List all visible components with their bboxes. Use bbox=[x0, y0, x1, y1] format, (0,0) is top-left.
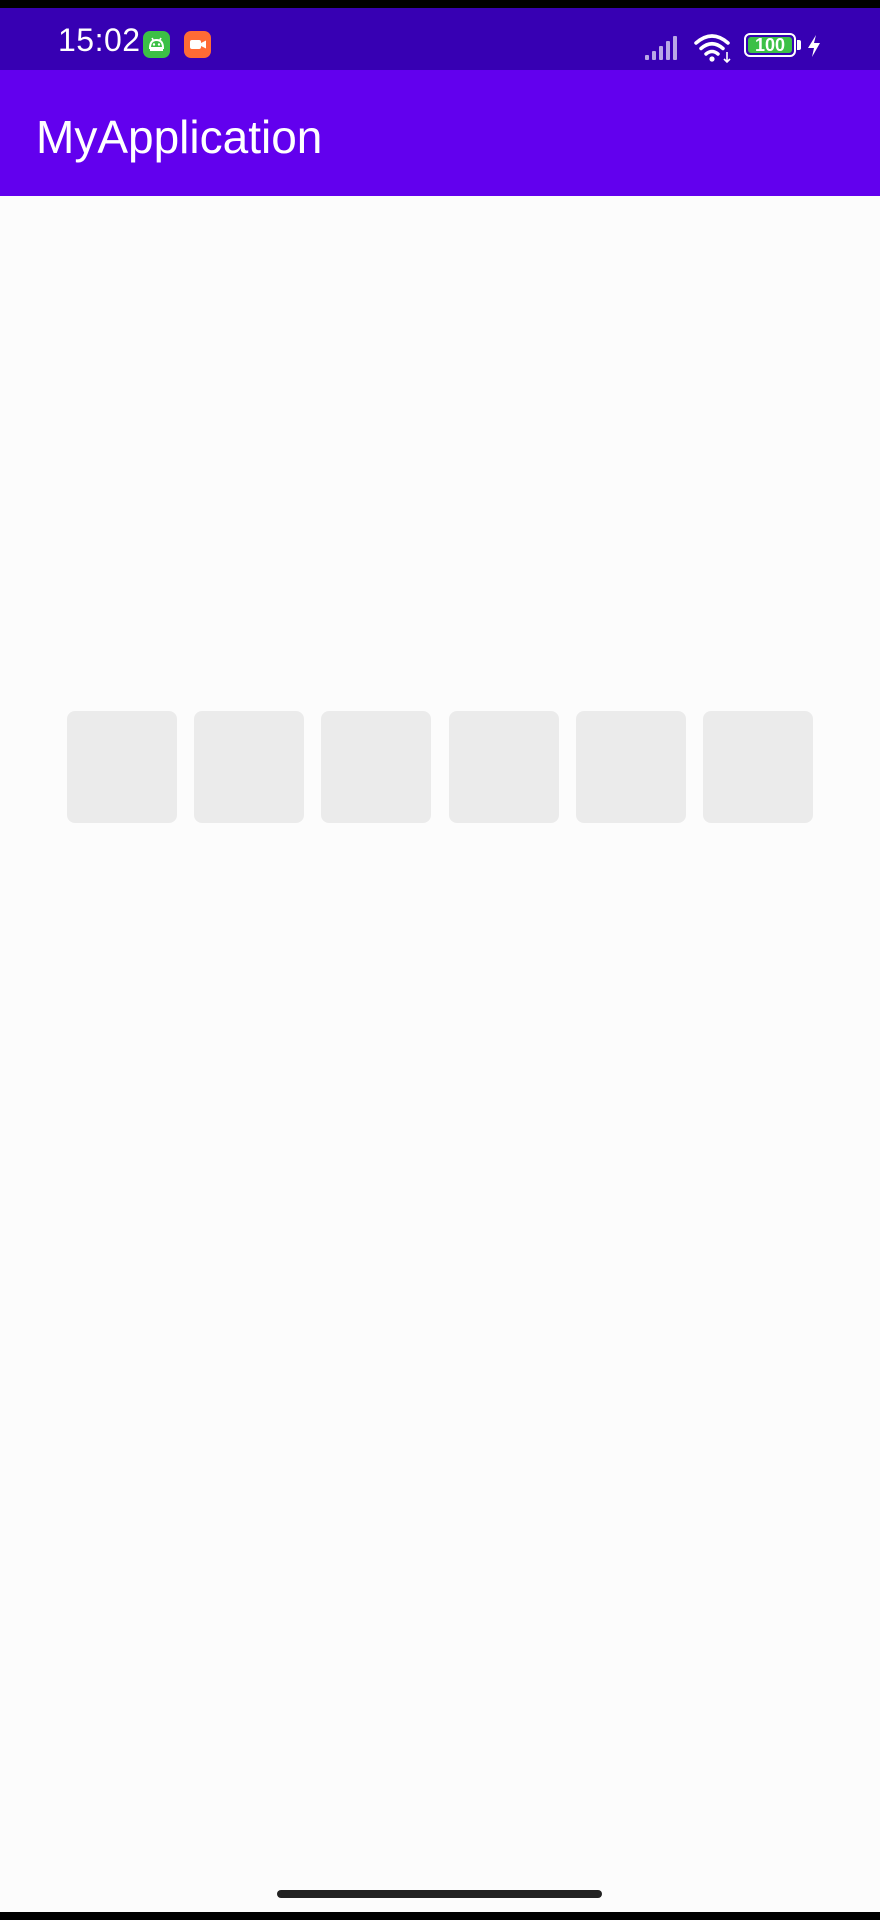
app-title: MyApplication bbox=[36, 111, 323, 163]
charging-icon bbox=[808, 35, 820, 57]
code-box[interactable] bbox=[321, 711, 432, 823]
wifi-icon bbox=[694, 34, 731, 64]
code-box[interactable] bbox=[194, 711, 305, 823]
signal-icon bbox=[645, 36, 677, 60]
status-time: 15:02 bbox=[58, 22, 141, 58]
battery-level: 100 bbox=[754, 35, 786, 55]
android-app-icon bbox=[143, 31, 170, 58]
video-recorder-icon bbox=[184, 31, 211, 58]
screen: 15:02 100 MyApplication bbox=[0, 8, 880, 1912]
code-box[interactable] bbox=[702, 711, 813, 823]
home-indicator[interactable] bbox=[277, 1890, 602, 1898]
battery-icon: 100 bbox=[744, 33, 796, 57]
app-bar: MyApplication bbox=[0, 70, 880, 196]
battery-cap bbox=[797, 40, 801, 50]
code-box[interactable] bbox=[448, 711, 559, 823]
code-box[interactable] bbox=[67, 711, 177, 823]
code-box[interactable] bbox=[575, 711, 686, 823]
verification-code-input[interactable] bbox=[67, 711, 813, 823]
status-bar: 15:02 100 bbox=[0, 8, 880, 70]
